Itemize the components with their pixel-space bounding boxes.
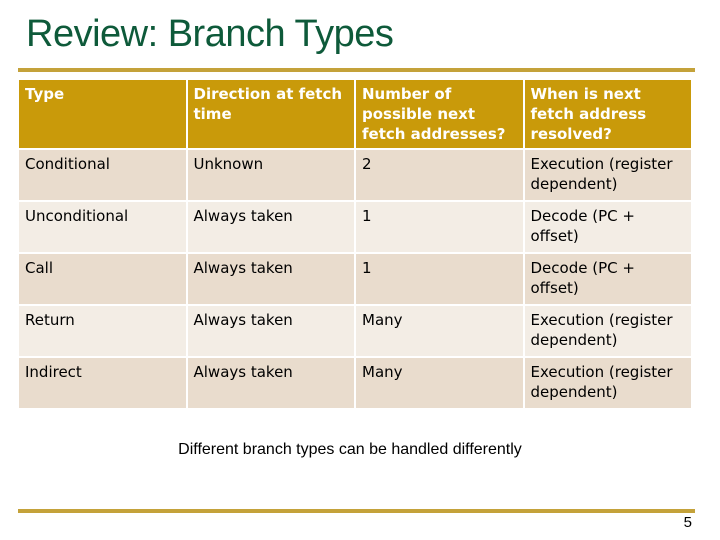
- cell-direction: Always taken: [187, 358, 354, 408]
- header-num-addresses: Number of possible next fetch addresses?: [356, 80, 523, 148]
- header-type: Type: [19, 80, 186, 148]
- cell-type: Conditional: [19, 150, 186, 200]
- cell-resolved: Execution (register dependent): [524, 150, 691, 200]
- cell-num-addresses: 2: [356, 150, 523, 200]
- cell-num-addresses: 1: [356, 202, 523, 252]
- cell-type: Return: [19, 306, 186, 356]
- cell-type: Unconditional: [19, 202, 186, 252]
- table-row: Call Always taken 1 Decode (PC + offset): [19, 254, 691, 304]
- table-row: Return Always taken Many Execution (regi…: [19, 306, 691, 356]
- cell-direction: Always taken: [187, 202, 354, 252]
- footer-divider: [18, 509, 695, 513]
- table-row: Conditional Unknown 2 Execution (registe…: [19, 150, 691, 200]
- table-row: Indirect Always taken Many Execution (re…: [19, 358, 691, 408]
- cell-direction: Unknown: [187, 150, 354, 200]
- cell-resolved: Execution (register dependent): [524, 358, 691, 408]
- slide-caption: Different branch types can be handled di…: [178, 441, 522, 458]
- cell-resolved: Decode (PC + offset): [524, 202, 691, 252]
- cell-direction: Always taken: [187, 254, 354, 304]
- cell-resolved: Decode (PC + offset): [524, 254, 691, 304]
- cell-num-addresses: 1: [356, 254, 523, 304]
- cell-type: Call: [19, 254, 186, 304]
- slide-title: Review: Branch Types: [26, 13, 394, 55]
- cell-type: Indirect: [19, 358, 186, 408]
- title-divider: [18, 68, 695, 72]
- cell-resolved: Execution (register dependent): [524, 306, 691, 356]
- table-row: Unconditional Always taken 1 Decode (PC …: [19, 202, 691, 252]
- header-direction: Direction at fetch time: [187, 80, 354, 148]
- header-resolved: When is next fetch address resolved?: [524, 80, 691, 148]
- cell-num-addresses: Many: [356, 306, 523, 356]
- page-number: 5: [683, 514, 692, 531]
- branch-types-table: Type Direction at fetch time Number of p…: [17, 78, 693, 410]
- table-header-row: Type Direction at fetch time Number of p…: [19, 80, 691, 148]
- cell-num-addresses: Many: [356, 358, 523, 408]
- cell-direction: Always taken: [187, 306, 354, 356]
